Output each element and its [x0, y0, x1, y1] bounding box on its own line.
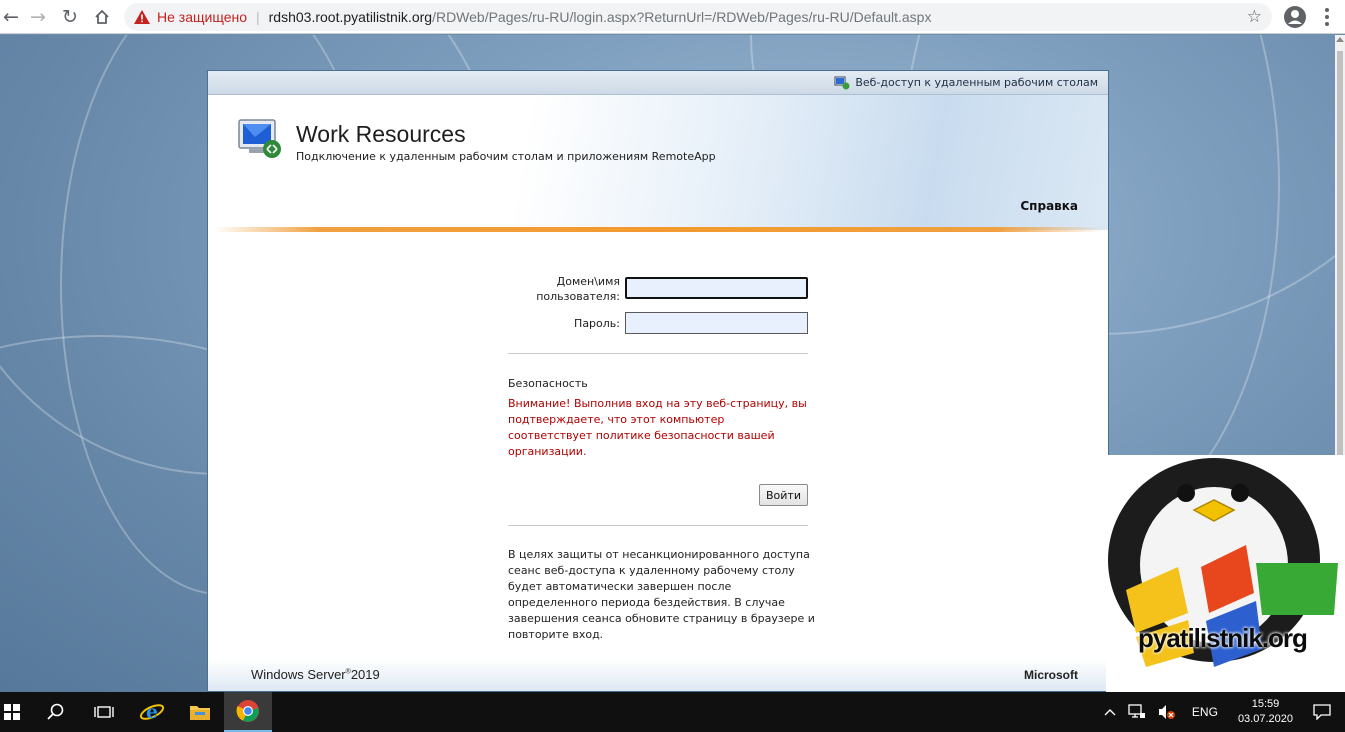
session-timeout-note: В целях защиты от несанкционированного д… [508, 548, 815, 641]
panel-topbar-label: Веб-доступ к удаленным рабочим столам [855, 76, 1098, 89]
notifications-icon[interactable] [1303, 692, 1345, 732]
scroll-up-arrow-icon[interactable] [1336, 37, 1344, 42]
penguin-logo-icon [1108, 458, 1338, 667]
security-warning: Внимание! Выполнив вход на эту веб-стран… [508, 397, 807, 458]
browser-toolbar: ← → ↻ Не защищено | rdsh03.root.pyatilis… [0, 0, 1345, 34]
help-link[interactable]: Справка [1020, 199, 1078, 213]
header-divider [213, 227, 1103, 232]
product-version: 2019 [350, 667, 380, 682]
microsoft-logo: Microsoft [1024, 668, 1078, 682]
windows-taskbar: e ENG 15:59 03.07.2020 [0, 692, 1345, 732]
username-input[interactable] [625, 277, 808, 299]
password-label: Пароль: [574, 317, 620, 330]
file-explorer-icon[interactable] [176, 692, 224, 732]
search-icon[interactable] [32, 692, 80, 732]
scroll-thumb[interactable] [1337, 51, 1343, 481]
product-name: Windows Server [251, 667, 346, 682]
panel-topbar: Веб-доступ к удаленным рабочим столам [208, 71, 1108, 95]
omnibox-separator: | [256, 9, 260, 25]
clock[interactable]: 15:59 03.07.2020 [1228, 697, 1303, 727]
profile-avatar-icon[interactable] [1283, 5, 1307, 29]
url-host: rdsh03.root.pyatilistnik.org [268, 9, 433, 25]
username-label: Домен\имя пользователя: [508, 274, 620, 304]
system-tray: ENG 15:59 03.07.2020 [1098, 692, 1345, 732]
language-indicator[interactable]: ENG [1182, 692, 1228, 732]
chrome-taskbar-icon[interactable] [224, 692, 272, 732]
pyatilistnik-watermark: pyatilistnik.org [1106, 455, 1345, 692]
internet-explorer-icon[interactable]: e [128, 692, 176, 732]
clock-time: 15:59 [1251, 698, 1280, 710]
form-divider-bottom [508, 525, 808, 526]
security-status[interactable]: Не защищено [157, 9, 247, 25]
form-divider-top [508, 353, 808, 354]
rdweb-panel: Веб-доступ к удаленным рабочим столам Wo… [207, 70, 1109, 692]
reload-icon[interactable]: ↻ [54, 0, 86, 34]
task-view-icon[interactable] [80, 692, 128, 732]
back-icon[interactable]: ← [0, 0, 22, 34]
volume-muted-icon[interactable] [1152, 692, 1182, 732]
forward-icon[interactable]: → [22, 0, 54, 34]
bookmark-star-icon[interactable]: ☆ [1247, 7, 1262, 27]
page-subtitle: Подключение к удаленным рабочим столам и… [296, 150, 716, 163]
home-icon[interactable] [86, 0, 118, 34]
security-title: Безопасность [508, 377, 588, 390]
panel-footer: Windows Server®2019 Microsoft [208, 659, 1108, 691]
address-bar[interactable]: Не защищено | rdsh03.root.pyatilistnik.o… [124, 3, 1272, 31]
password-input[interactable] [625, 312, 808, 334]
clock-date: 03.07.2020 [1237, 713, 1293, 725]
username-label-line1: Домен\имя [556, 275, 620, 288]
url-path: /RDWeb/Pages/ru-RU/login.aspx?ReturnUrl=… [432, 9, 932, 25]
start-windows-icon[interactable] [0, 692, 24, 732]
windows-server-logo: Windows Server®2019 [251, 667, 380, 682]
network-icon[interactable] [1122, 692, 1152, 732]
watermark-text: pyatilistnik.org [1138, 623, 1308, 653]
page-title: Work Resources [296, 121, 466, 147]
show-hidden-icons-chevron-icon[interactable] [1098, 692, 1122, 732]
panel-header: Work Resources Подключение к удаленным р… [208, 95, 1108, 232]
warning-icon [134, 10, 150, 24]
username-label-line2: пользователя: [536, 290, 620, 303]
svg-text:e: e [146, 701, 158, 723]
remote-desktop-icon [238, 119, 281, 158]
login-button[interactable]: Войти [759, 484, 808, 506]
remote-desktop-small-icon [834, 76, 850, 89]
browser-menu-icon[interactable] [1317, 4, 1337, 30]
